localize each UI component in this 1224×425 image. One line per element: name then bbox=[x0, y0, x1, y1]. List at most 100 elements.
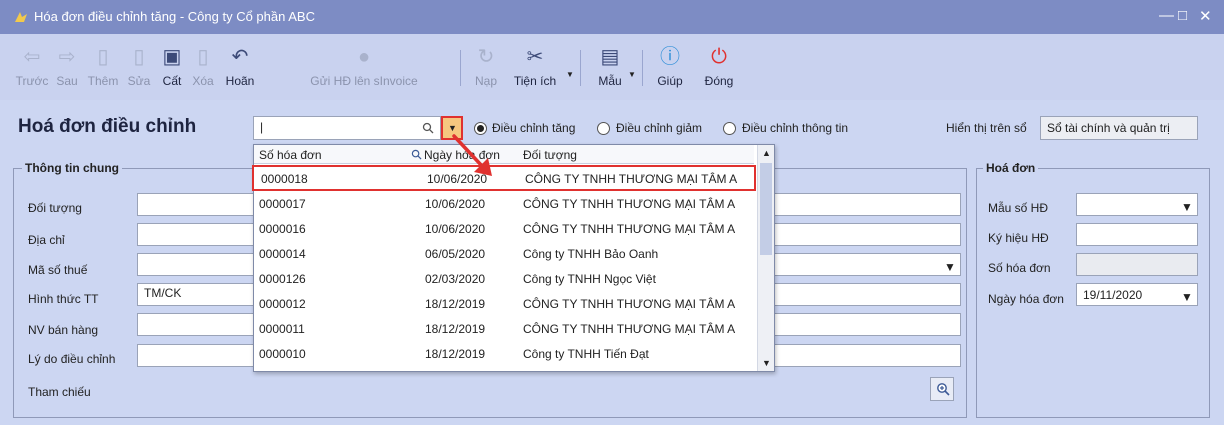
edit-label: Sửa bbox=[127, 74, 151, 88]
row-invoice-number: 0000018 bbox=[261, 172, 308, 186]
invoice-date-label: Ngày hóa đơn bbox=[988, 292, 1064, 306]
add-button[interactable]: ▯ Thêm bbox=[84, 44, 122, 96]
postpone-label: Hoãn bbox=[225, 74, 255, 88]
table-row[interactable]: 0000126 02/03/2020 Công ty TNHH Ngọc Việ… bbox=[254, 267, 754, 292]
invoice-date-value: 19/11/2020 bbox=[1083, 288, 1143, 302]
radio-info-label: Điều chỉnh thông tin bbox=[742, 121, 849, 135]
minimize-icon[interactable]: — bbox=[1159, 7, 1174, 24]
row-invoice-date: 18/12/2019 bbox=[425, 297, 486, 311]
save-icon: ▣ bbox=[162, 46, 182, 68]
invoice-symbol-field[interactable] bbox=[1076, 223, 1198, 246]
toolbar-separator bbox=[460, 50, 461, 86]
send-sinvoice-button[interactable]: ● Gửi HĐ lên sInvoice bbox=[266, 44, 462, 96]
edit-document-icon: ▯ bbox=[133, 46, 145, 68]
scrollbar-thumb[interactable] bbox=[760, 163, 772, 255]
title-bar: Hóa đơn điều chỉnh tăng - Công ty Cổ phầ… bbox=[0, 0, 1224, 34]
row-customer: CÔNG TY TNHH THƯƠNG MẠI TÂM A bbox=[525, 172, 738, 186]
table-row[interactable]: 0000011 18/12/2019 CÔNG TY TNHH THƯƠNG M… bbox=[254, 317, 754, 342]
postpone-button[interactable]: ↶ Hoãn bbox=[218, 44, 262, 96]
column-customer[interactable]: Đối tượng bbox=[523, 148, 577, 162]
row-invoice-number: 0000017 bbox=[259, 197, 306, 211]
invoice-symbol-label: Ký hiệu HĐ bbox=[988, 231, 1049, 245]
row-invoice-date: 18/12/2019 bbox=[425, 322, 486, 336]
edit-button[interactable]: ▯ Sửa bbox=[122, 44, 156, 96]
arrow-right-icon: ⇨ bbox=[58, 46, 76, 68]
reference-lookup-button[interactable] bbox=[930, 377, 954, 401]
radio-info[interactable] bbox=[723, 122, 736, 135]
row-customer: Công ty TNHH Bảo Oanh bbox=[523, 247, 659, 261]
tax-code-chevron-down-icon[interactable]: ▼ bbox=[944, 260, 956, 274]
toolbar: ⇦ Trước ⇨ Sau ▯ Thêm ▯ Sửa ▣ Cất ▯ Xóa ↶… bbox=[0, 34, 1224, 100]
row-invoice-number: 0000014 bbox=[259, 247, 306, 261]
column-invoice-number[interactable]: Số hóa đơn bbox=[259, 148, 322, 162]
row-customer: CÔNG TY TNHH THƯƠNG MẠI TÂM A bbox=[523, 197, 736, 211]
close-label: Đóng bbox=[704, 74, 734, 88]
table-row[interactable]: 0000012 18/12/2019 CÔNG TY TNHH THƯƠNG M… bbox=[254, 292, 754, 317]
payment-method-value: TM/CK bbox=[144, 286, 182, 300]
utilities-chevron-down-icon[interactable]: ▼ bbox=[566, 70, 574, 79]
invoice-date-chevron-down-icon[interactable]: ▼ bbox=[1181, 290, 1193, 304]
close-icon[interactable]: ✕ bbox=[1199, 7, 1212, 25]
row-invoice-number: 0000016 bbox=[259, 222, 306, 236]
maximize-icon[interactable]: □ bbox=[1178, 7, 1187, 24]
template-icon: ▤ bbox=[600, 46, 620, 68]
radio-increase-label: Điều chỉnh tăng bbox=[492, 121, 576, 135]
reference-label: Tham chiếu bbox=[28, 385, 91, 399]
general-info-title: Thông tin chung bbox=[22, 161, 122, 175]
send-sinvoice-label: Gửi HĐ lên sInvoice bbox=[310, 74, 418, 88]
table-row[interactable]: 0000010 18/12/2019 Công ty TNHH Tiến Đạt bbox=[254, 342, 754, 367]
template-chevron-down-icon[interactable]: ▼ bbox=[628, 70, 636, 79]
toolbar-separator bbox=[580, 50, 581, 86]
payment-method-label: Hình thức TT bbox=[28, 292, 99, 306]
adjust-reason-label: Lý do điều chỉnh bbox=[28, 352, 116, 366]
help-label: Giúp bbox=[657, 74, 683, 88]
next-button[interactable]: ⇨ Sau bbox=[50, 44, 84, 96]
save-button[interactable]: ▣ Cất bbox=[156, 44, 188, 96]
row-customer: CÔNG TY TNHH THƯƠNG MẠI TÂM A bbox=[523, 222, 736, 236]
help-button[interactable]: ⓘ Giúp bbox=[650, 44, 690, 96]
invoice-number-field bbox=[1076, 253, 1198, 276]
template-button[interactable]: ▤ Mẫu bbox=[590, 44, 630, 96]
invoice-group-title: Hoá đơn bbox=[983, 161, 1039, 175]
invoice-number-label: Số hóa đơn bbox=[988, 261, 1051, 275]
row-customer: Công ty TNHH Ngọc Việt bbox=[523, 272, 656, 286]
invoice-dropdown-grid: Số hóa đơn Ngày hóa đơn Đối tượng 000001… bbox=[252, 144, 775, 372]
address-label: Địa chỉ bbox=[28, 233, 65, 247]
annotation-arrow-icon bbox=[452, 134, 492, 176]
table-row[interactable]: 0000017 10/06/2020 CÔNG TY TNHH THƯƠNG M… bbox=[254, 192, 754, 217]
window-title: Hóa đơn điều chỉnh tăng - Công ty Cổ phầ… bbox=[34, 9, 315, 24]
template-number-label: Mẫu số HĐ bbox=[988, 201, 1049, 215]
row-invoice-date: 06/05/2020 bbox=[425, 247, 486, 261]
invoice-date-field[interactable]: 19/11/2020 ▼ bbox=[1076, 283, 1198, 306]
load-button[interactable]: ↻ Nạp bbox=[466, 44, 506, 96]
zoom-in-icon bbox=[937, 383, 950, 396]
table-row[interactable]: 0000016 10/06/2020 CÔNG TY TNHH THƯƠNG M… bbox=[254, 217, 754, 242]
row-customer: CÔNG TY TNHH THƯƠNG MẠI TÂM A bbox=[523, 322, 736, 336]
search-icon bbox=[422, 122, 434, 134]
prev-button[interactable]: ⇦ Trước bbox=[12, 44, 52, 96]
row-customer: CÔNG TY TNHH THƯƠNG MẠI TÂM A bbox=[523, 297, 736, 311]
display-book-field: Sổ tài chính và quản trị bbox=[1040, 116, 1198, 140]
next-label: Sau bbox=[56, 74, 78, 88]
grid-scrollbar[interactable]: ▲ ▼ bbox=[757, 145, 774, 371]
row-invoice-number: 0000012 bbox=[259, 297, 306, 311]
app-icon bbox=[15, 12, 27, 22]
delete-button[interactable]: ▯ Xóa bbox=[188, 44, 218, 96]
template-number-field[interactable]: ▼ bbox=[1076, 193, 1198, 216]
tax-code-label: Mã số thuế bbox=[28, 263, 88, 277]
radio-decrease[interactable] bbox=[597, 122, 610, 135]
prev-label: Trước bbox=[15, 74, 49, 88]
table-row[interactable]: 0000018 10/06/2020 CÔNG TY TNHH THƯƠNG M… bbox=[252, 165, 756, 191]
help-icon: ⓘ bbox=[660, 46, 680, 68]
scroll-down-icon[interactable]: ▼ bbox=[762, 358, 771, 368]
close-button[interactable]: ⏻ Đóng bbox=[696, 44, 742, 96]
load-label: Nạp bbox=[474, 74, 497, 88]
table-row[interactable]: 0000014 06/05/2020 Công ty TNHH Bảo Oanh bbox=[254, 242, 754, 267]
utilities-button[interactable]: ✂ Tiện ích bbox=[506, 44, 564, 96]
invoice-search-input[interactable]: | bbox=[253, 116, 441, 140]
utilities-label: Tiện ích bbox=[513, 74, 557, 88]
scroll-up-icon[interactable]: ▲ bbox=[762, 148, 771, 158]
save-label: Cất bbox=[162, 74, 182, 88]
display-book-label: Hiển thị trên sổ bbox=[946, 121, 1027, 135]
template-number-chevron-down-icon[interactable]: ▼ bbox=[1181, 200, 1193, 214]
